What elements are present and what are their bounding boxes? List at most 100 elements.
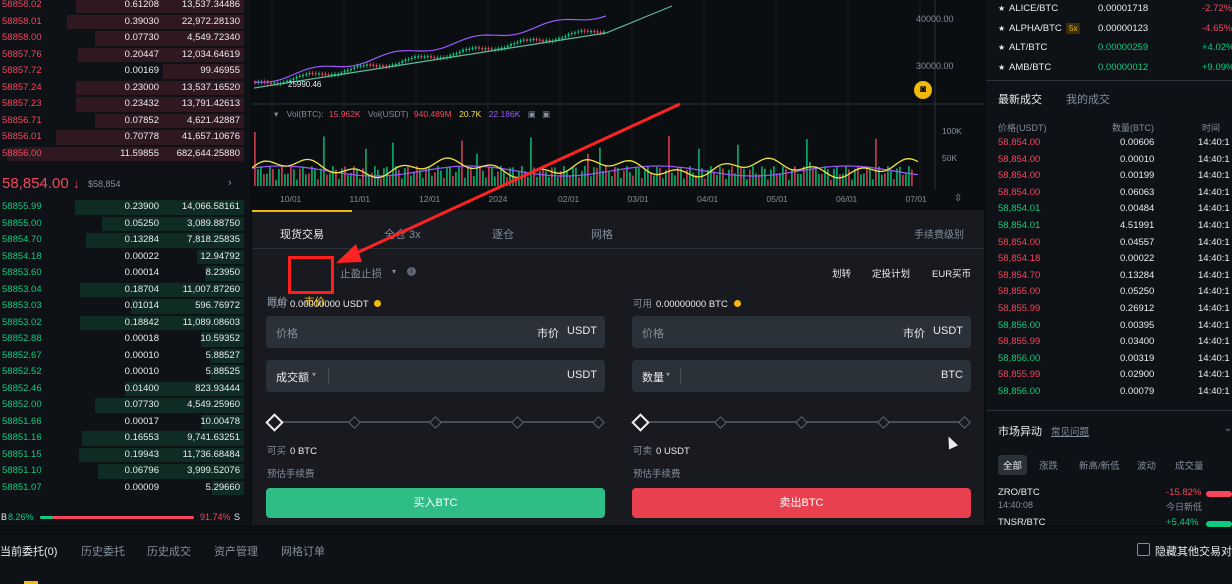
mover-pair[interactable]: ZRO/BTC — [998, 487, 1040, 498]
sell-price-field[interactable]: 价格 市价 USDT — [632, 316, 971, 348]
slider-step[interactable] — [510, 416, 524, 429]
bid-row[interactable]: 58853.03 0.01014 596.76972 — [0, 298, 244, 315]
sell-btc-button[interactable]: 卖出BTC — [632, 488, 971, 518]
ask-row[interactable]: 58857.76 0.20447 12,034.64619 — [0, 47, 244, 64]
slider-handle[interactable] — [265, 413, 284, 432]
bid-row[interactable]: 58853.60 0.00014 8.23950 — [0, 265, 244, 282]
sell-percent-slider[interactable] — [631, 413, 971, 432]
fullscreen-icon[interactable]: ⇳ — [954, 193, 962, 204]
market-row[interactable]: ★ AMB/BTC 0.00000012 +9.09% — [986, 58, 1232, 77]
ask-row[interactable]: 58857.24 0.23000 13,537.16520 — [0, 80, 244, 97]
bid-row[interactable]: 58853.02 0.18842 11,089.08603 — [0, 315, 244, 332]
ask-row[interactable]: 58858.00 0.07730 4,549.72340 — [0, 30, 244, 47]
tab-latest-trades[interactable]: 最新成交 — [998, 91, 1042, 107]
bid-row[interactable]: 58852.67 0.00010 5.88527 — [0, 348, 244, 365]
ask-row[interactable]: 58857.23 0.23432 13,791.42613 — [0, 96, 244, 113]
bid-row[interactable]: 58851.66 0.00017 10.00478 — [0, 414, 244, 431]
sell-quantity-field[interactable]: 数量 ▾ BTC — [632, 360, 971, 392]
star-icon[interactable]: ★ — [998, 58, 1005, 77]
market-row[interactable]: ★ ALICE/BTC 0.00001718 -2.72% — [986, 0, 1232, 18]
star-icon[interactable]: ★ — [998, 38, 1005, 57]
tab-spot[interactable]: 现货交易 — [280, 226, 324, 242]
bid-row[interactable]: 58855.00 0.05250 3,089.88750 — [0, 216, 244, 233]
add-funds-icon[interactable] — [374, 300, 382, 307]
orders-tab[interactable]: 当前委托(0) — [0, 543, 57, 559]
movers-filter[interactable]: 成交量 — [1170, 455, 1209, 475]
tab-my-trades[interactable]: 我的成交 — [1066, 91, 1110, 107]
slider-step[interactable] — [347, 416, 361, 429]
price-chart[interactable]: 40000.00 30000.00 25990.46 ◙ ▾ Vol(BTC):… — [252, 0, 984, 210]
star-icon[interactable]: ★ — [998, 0, 1005, 18]
bid-row[interactable]: 58851.15 0.19943 11,736.68484 — [0, 447, 244, 464]
slider-step[interactable] — [713, 416, 727, 429]
bid-row[interactable]: 58851.10 0.06796 3,999.52076 — [0, 463, 244, 480]
hide-other-pairs-checkbox[interactable] — [1137, 543, 1150, 556]
orders-tab[interactable]: 历史成交 — [147, 543, 191, 559]
chevron-right-icon[interactable]: › — [228, 177, 232, 189]
market-row[interactable]: ★ ALPHA/BTC 5x 0.00000123 -4.65% — [986, 19, 1232, 38]
slider-step[interactable] — [958, 416, 971, 429]
slider-handle[interactable] — [631, 413, 650, 432]
movers-filter[interactable]: 波动 — [1132, 455, 1161, 475]
chevron-down-icon[interactable]: ▾ — [312, 370, 316, 379]
volume-bar — [407, 166, 409, 186]
slider-step[interactable] — [592, 416, 605, 429]
close-icon[interactable]: ▣ — [542, 109, 550, 119]
info-icon[interactable]: i — [407, 267, 416, 276]
orders-tab[interactable]: 网格订单 — [281, 543, 325, 559]
transfer-link[interactable]: 划转 — [832, 266, 851, 280]
bid-row[interactable]: 58851.07 0.00009 5.29660 — [0, 480, 244, 497]
buy-price-field[interactable]: 价格 市价 USDT — [266, 316, 605, 348]
buy-crypto-eur-link[interactable]: EUR买币 — [932, 266, 971, 280]
chevron-down-icon[interactable]: ▾ — [666, 370, 670, 379]
kline-chart-svg[interactable] — [252, 0, 984, 210]
settings-icon[interactable]: ▣ — [528, 109, 536, 119]
movers-filter[interactable]: 全部 — [998, 455, 1028, 475]
movers-filter[interactable]: 涨跌 — [1034, 455, 1063, 475]
orders-tab[interactable]: 资产管理 — [214, 543, 258, 559]
movers-filter[interactable]: 新高/新低 — [1074, 455, 1125, 475]
tab-grid[interactable]: 网格 — [591, 226, 613, 242]
bid-row[interactable]: 58854.70 0.13284 7,818.25835 — [0, 232, 244, 249]
order-type-stop[interactable]: 止盈止损 — [340, 266, 382, 281]
fee-level-link[interactable]: 手续费级别 — [914, 226, 964, 241]
orders-tab[interactable]: 历史委托 — [81, 543, 125, 559]
slider-step[interactable] — [795, 416, 808, 429]
bid-row[interactable]: 58853.04 0.18704 11,007.87260 — [0, 282, 244, 299]
volume-bar — [683, 178, 685, 186]
tab-isolated-margin[interactable]: 逐仓 — [492, 226, 514, 242]
collapse-icon[interactable]: ▾ — [274, 109, 278, 119]
slider-step[interactable] — [876, 416, 890, 429]
market-row[interactable]: ★ ALT/BTC 0.00000259 +4.02% — [986, 38, 1232, 57]
bid-row[interactable]: 58852.88 0.00018 10.59352 — [0, 331, 244, 348]
add-funds-icon[interactable] — [733, 300, 741, 307]
ask-row[interactable]: 58857.72 0.00169 99.46955 — [0, 63, 244, 80]
ask-row[interactable]: 58856.71 0.07852 4,621.42887 — [0, 113, 244, 130]
chart-badge-icon[interactable]: ◙ — [914, 81, 932, 99]
movers-faq-link[interactable]: 常见问题 — [1051, 424, 1089, 438]
tab-cross-margin[interactable]: 全仓 3x — [384, 226, 421, 242]
chevron-down-icon[interactable]: ⌄ — [1224, 423, 1232, 434]
bid-row[interactable]: 58855.99 0.23900 14,066.58161 — [0, 199, 244, 216]
buy-amount-field[interactable]: 成交额 ▾ USDT — [266, 360, 605, 392]
ask-row[interactable]: 58858.01 0.39030 22,972.28130 — [0, 14, 244, 31]
ask-row[interactable]: 58856.00 11.59855 682,644.25880 — [0, 146, 244, 163]
bid-row[interactable]: 58852.46 0.01400 823.93444 — [0, 381, 244, 398]
mover-pair[interactable]: TNSR/BTC — [998, 517, 1046, 528]
star-icon[interactable]: ★ — [998, 19, 1005, 38]
chevron-down-icon[interactable]: ▾ — [392, 267, 396, 276]
divider — [680, 368, 681, 384]
slider-step[interactable] — [429, 416, 442, 429]
buy-percent-slider[interactable] — [265, 413, 605, 432]
bid-row[interactable]: 58854.18 0.00022 12.94792 — [0, 249, 244, 266]
volume-bar — [449, 167, 451, 186]
ask-row[interactable]: 58856.01 0.70778 41,657.10676 — [0, 129, 244, 146]
sell-quantity-label[interactable]: 数量 — [642, 369, 664, 385]
buy-amount-label[interactable]: 成交额 — [276, 369, 309, 385]
bid-row[interactable]: 58851.16 0.16553 9,741.63251 — [0, 430, 244, 447]
ask-row[interactable]: 58858.02 0.61208 13,537.34486 — [0, 0, 244, 14]
auto-invest-link[interactable]: 定投计划 — [872, 266, 910, 280]
bid-row[interactable]: 58852.00 0.07730 4,549.25960 — [0, 397, 244, 414]
buy-btc-button[interactable]: 买入BTC — [266, 488, 605, 518]
bid-row[interactable]: 58852.52 0.00010 5.88525 — [0, 364, 244, 381]
